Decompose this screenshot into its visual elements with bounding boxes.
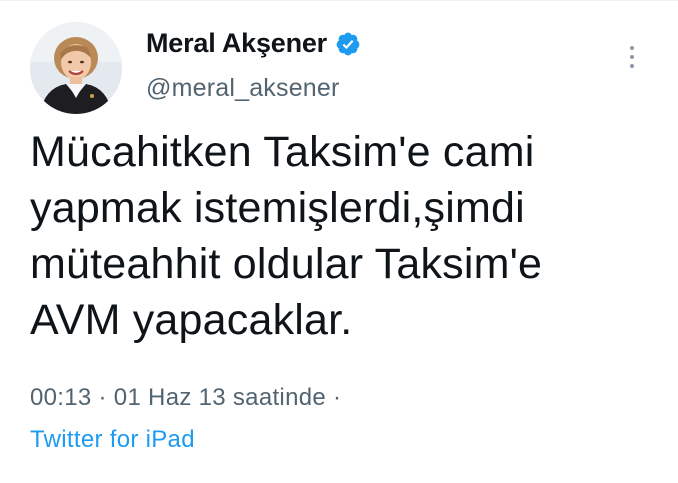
top-divider xyxy=(0,0,678,1)
avatar-image xyxy=(30,22,122,114)
author-handle[interactable]: @meral_aksener xyxy=(146,74,340,103)
tweet-meta: 00:13 · 01 Haz 13 saatinde · xyxy=(30,384,341,412)
tweet-header: Meral Akşener @meral_aksener xyxy=(30,22,658,118)
verified-badge-icon xyxy=(335,31,361,57)
author-name-row[interactable]: Meral Akşener xyxy=(146,28,361,59)
tweet-text: Mücahitken Taksim'e cami yapmak istemişl… xyxy=(30,128,543,344)
author-display-name[interactable]: Meral Akşener xyxy=(146,28,327,59)
meta-separator-trailing: · xyxy=(332,384,342,411)
tweet-time[interactable]: 00:13 xyxy=(30,384,92,411)
more-options-icon[interactable] xyxy=(622,42,642,72)
tweet-source-link[interactable]: Twitter for iPad xyxy=(30,426,195,454)
avatar[interactable] xyxy=(30,22,122,114)
tweet-date[interactable]: 01 Haz 13 saatinde xyxy=(114,384,326,411)
meta-separator: · xyxy=(98,384,107,411)
